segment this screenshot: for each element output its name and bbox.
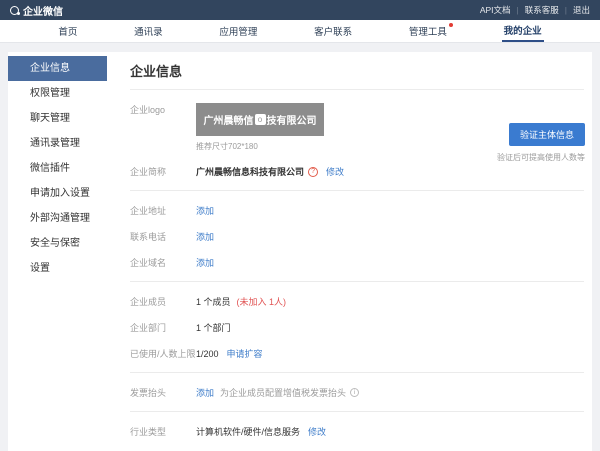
main-panel: 企业信息 验证主体信息 验证后可提高使用人数等 企业logo 广州晨畅信o技有限…	[107, 52, 592, 451]
add-phone-link[interactable]: 添加	[196, 230, 214, 243]
row-invoice-title: 发票抬头 添加 为企业成员配置增值税发票抬头 i	[130, 386, 584, 399]
tab-contacts[interactable]: 通讯录	[132, 20, 165, 42]
verify-panel: 验证主体信息 验证后可提高使用人数等	[497, 123, 585, 163]
sidebar-item-chat-management[interactable]: 聊天管理	[8, 106, 107, 131]
row-label: 企业部门	[130, 321, 196, 334]
contact-support-link[interactable]: 联系客服	[525, 4, 559, 16]
sidebar-item-enterprise-info[interactable]: 企业信息	[8, 56, 107, 81]
wechat-work-logo-icon	[10, 6, 19, 15]
tab-customer-contact[interactable]: 客户联系	[312, 20, 354, 42]
verify-identity-button[interactable]: 验证主体信息	[509, 123, 585, 146]
divider: |	[565, 5, 567, 15]
row-seat-quota: 已使用/人数上限 1/200 申请扩容	[130, 347, 584, 360]
row-enterprise-shortname: 企业简称 广州晨畅信息科技有限公司 ? 修改	[130, 165, 584, 178]
row-label: 已使用/人数上限	[130, 347, 196, 360]
add-domain-link[interactable]: 添加	[196, 256, 214, 269]
verify-caption: 验证后可提高使用人数等	[497, 152, 585, 163]
invoice-note: 为企业成员配置增值税发票抬头	[220, 386, 346, 399]
tab-admin-tools[interactable]: 管理工具	[407, 20, 449, 42]
divider	[130, 372, 584, 373]
sidebar-item-permission-management[interactable]: 权限管理	[8, 81, 107, 106]
sidebar-item-external-communication[interactable]: 外部沟通管理	[8, 206, 107, 231]
logo-badge-icon: o	[255, 114, 266, 125]
brand-name: 企业微信	[23, 3, 63, 18]
red-dot-badge	[449, 23, 453, 27]
row-label: 企业简称	[130, 165, 196, 178]
departments-count: 1 个部门	[196, 321, 231, 334]
members-count: 1 个成员	[196, 295, 231, 308]
sidebar-item-security-privacy[interactable]: 安全与保密	[8, 231, 107, 256]
row-label: 行业类型	[130, 425, 196, 438]
quota-value: 1/200	[196, 349, 219, 359]
apply-expand-link[interactable]: 申请扩容	[227, 347, 263, 360]
tab-app-management[interactable]: 应用管理	[217, 20, 259, 42]
row-label: 企业地址	[130, 204, 196, 217]
row-label: 企业域名	[130, 256, 196, 269]
row-enterprise-domain: 企业域名 添加	[130, 256, 584, 269]
tab-home[interactable]: 首页	[56, 20, 79, 42]
modify-shortname-link[interactable]: 修改	[326, 165, 344, 178]
help-icon[interactable]: ?	[308, 167, 318, 177]
members-not-joined-note: (未加入 1人)	[237, 295, 287, 308]
sidebar-item-wechat-plugin[interactable]: 微信插件	[8, 156, 107, 181]
divider: |	[517, 5, 519, 15]
industry-value: 计算机软件/硬件/信息服务	[196, 425, 300, 438]
logo-size-hint: 推荐尺寸702*180	[196, 141, 324, 152]
divider	[130, 190, 584, 191]
modify-industry-link[interactable]: 修改	[308, 425, 326, 438]
api-docs-link[interactable]: API文档	[480, 4, 511, 16]
tab-my-enterprise[interactable]: 我的企业	[502, 20, 544, 42]
topbar: 企业微信 API文档 | 联系客服 | 退出	[0, 0, 600, 20]
shortname-value: 广州晨畅信息科技有限公司	[196, 165, 304, 178]
row-label: 企业logo	[130, 103, 196, 116]
row-label: 发票抬头	[130, 386, 196, 399]
content-card: 企业信息 权限管理 聊天管理 通讯录管理 微信插件 申请加入设置 外部沟通管理 …	[8, 52, 592, 451]
add-address-link[interactable]: 添加	[196, 204, 214, 217]
sidebar: 企业信息 权限管理 聊天管理 通讯录管理 微信插件 申请加入设置 外部沟通管理 …	[8, 52, 107, 451]
nav-tabs: 首页 通讯录 应用管理 客户联系 管理工具 我的企业	[0, 20, 600, 43]
row-contact-phone: 联系电话 添加	[130, 230, 584, 243]
logout-link[interactable]: 退出	[573, 4, 590, 16]
page: 企业信息 权限管理 聊天管理 通讯录管理 微信插件 申请加入设置 外部沟通管理 …	[0, 43, 600, 451]
sidebar-item-contacts-management[interactable]: 通讯录管理	[8, 131, 107, 156]
topbar-links: API文档 | 联系客服 | 退出	[480, 4, 590, 16]
row-label: 企业成员	[130, 295, 196, 308]
sidebar-item-join-settings[interactable]: 申请加入设置	[8, 181, 107, 206]
row-enterprise-members: 企业成员 1 个成员 (未加入 1人)	[130, 295, 584, 308]
row-enterprise-departments: 企业部门 1 个部门	[130, 321, 584, 334]
divider	[130, 281, 584, 282]
page-title: 企业信息	[130, 61, 584, 90]
divider	[130, 411, 584, 412]
row-enterprise-address: 企业地址 添加	[130, 204, 584, 217]
add-invoice-link[interactable]: 添加	[196, 386, 214, 399]
row-industry-type: 行业类型 计算机软件/硬件/信息服务 修改	[130, 425, 584, 438]
enterprise-logo-image[interactable]: 广州晨畅信o技有限公司	[196, 103, 324, 136]
brand: 企业微信	[10, 3, 63, 18]
info-icon[interactable]: i	[350, 388, 359, 397]
sidebar-item-settings[interactable]: 设置	[8, 256, 107, 281]
row-label: 联系电话	[130, 230, 196, 243]
